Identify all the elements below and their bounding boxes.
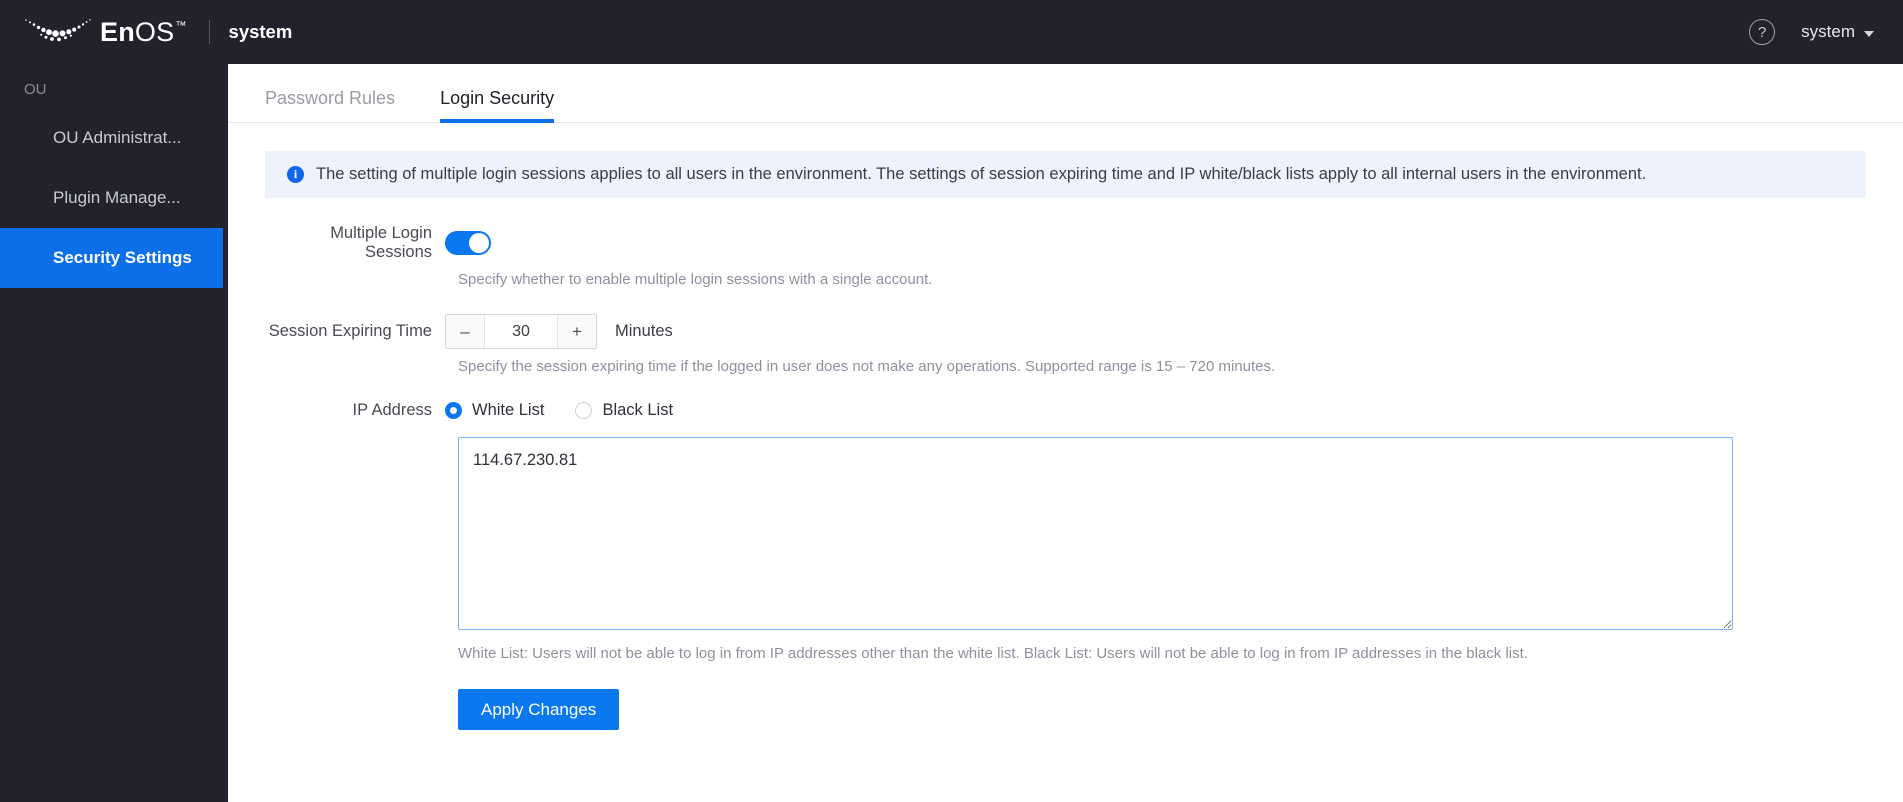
info-banner: i The setting of multiple login sessions… [265, 151, 1866, 198]
session-expiring-time-hint: Specify the session expiring time if the… [458, 358, 1866, 375]
tab-password-rules[interactable]: Password Rules [265, 88, 395, 122]
multiple-login-sessions-label: Multiple Login Sessions [265, 224, 445, 262]
multiple-login-sessions-hint: Specify whether to enable multiple login… [458, 271, 1866, 288]
sidebar-item-label: Security Settings [53, 248, 192, 268]
ip-list-textarea[interactable] [458, 437, 1733, 630]
header-divider [209, 20, 210, 44]
ip-list-textarea-wrapper [458, 437, 1866, 635]
sidebar-item-plugin-management[interactable]: Plugin Manage... [0, 168, 228, 228]
tab-bar: Password Rules Login Security [228, 64, 1903, 123]
ip-address-hint: White List: Users will not be able to lo… [458, 645, 1866, 662]
stepper-increment-button[interactable]: + [557, 315, 596, 348]
toggle-knob [469, 233, 489, 253]
help-icon[interactable]: ? [1749, 19, 1775, 45]
radio-white-list[interactable]: White List [445, 401, 544, 420]
session-expiring-time-unit-label: Minutes [615, 322, 673, 341]
session-expiring-time-input[interactable] [485, 315, 557, 348]
header-right-group: ? system [1749, 19, 1874, 45]
sidebar: OU OU Administrat... Plugin Manage... Se… [0, 64, 228, 802]
tab-label: Login Security [440, 88, 554, 108]
tab-label: Password Rules [265, 88, 395, 108]
tab-login-security[interactable]: Login Security [440, 88, 554, 122]
ip-address-label: IP Address [265, 401, 445, 420]
app-name-label: system [229, 21, 293, 43]
session-expiring-time-row: Session Expiring Time – + Minutes [265, 314, 1866, 349]
radio-label: Black List [602, 401, 673, 420]
brand-trademark-symbol: ™ [175, 21, 186, 32]
radio-label: White List [472, 401, 544, 420]
user-menu-label: system [1801, 22, 1855, 42]
brand-os-text: OS [135, 19, 174, 46]
enos-swoosh-logo-icon [22, 15, 94, 49]
stepper-decrement-button[interactable]: – [446, 315, 485, 348]
info-banner-text: The setting of multiple login sessions a… [316, 165, 1646, 184]
info-icon: i [287, 166, 304, 183]
apply-changes-button[interactable]: Apply Changes [458, 689, 619, 730]
brand-logo-group: EnOS™ system [22, 15, 292, 49]
radio-selected-icon [445, 402, 462, 419]
session-expiring-time-label: Session Expiring Time [265, 322, 445, 341]
multiple-login-sessions-toggle[interactable] [445, 231, 491, 255]
sidebar-item-label: OU Administrat... [53, 128, 181, 148]
login-security-panel: i The setting of multiple login sessions… [228, 151, 1903, 730]
multiple-login-sessions-row: Multiple Login Sessions [265, 224, 1866, 262]
user-menu-button[interactable]: system [1801, 22, 1874, 42]
top-header-bar: EnOS™ system ? system [0, 0, 1903, 64]
sidebar-section-title: OU [0, 64, 228, 108]
sidebar-item-security-settings[interactable]: Security Settings [0, 228, 223, 288]
sidebar-item-label: Plugin Manage... [53, 188, 181, 208]
main-content: Password Rules Login Security i The sett… [228, 64, 1903, 802]
ip-address-radio-group: White List Black List [445, 401, 673, 420]
brand-wordmark: EnOS™ [100, 19, 187, 46]
sidebar-item-ou-administration[interactable]: OU Administrat... [0, 108, 228, 168]
ip-address-row: IP Address White List Black List [265, 401, 1866, 420]
brand-en-text: En [100, 19, 135, 46]
chevron-down-icon [1864, 31, 1874, 37]
session-expiring-time-stepper: – + [445, 314, 597, 349]
radio-black-list[interactable]: Black List [575, 401, 673, 420]
radio-unselected-icon [575, 402, 592, 419]
